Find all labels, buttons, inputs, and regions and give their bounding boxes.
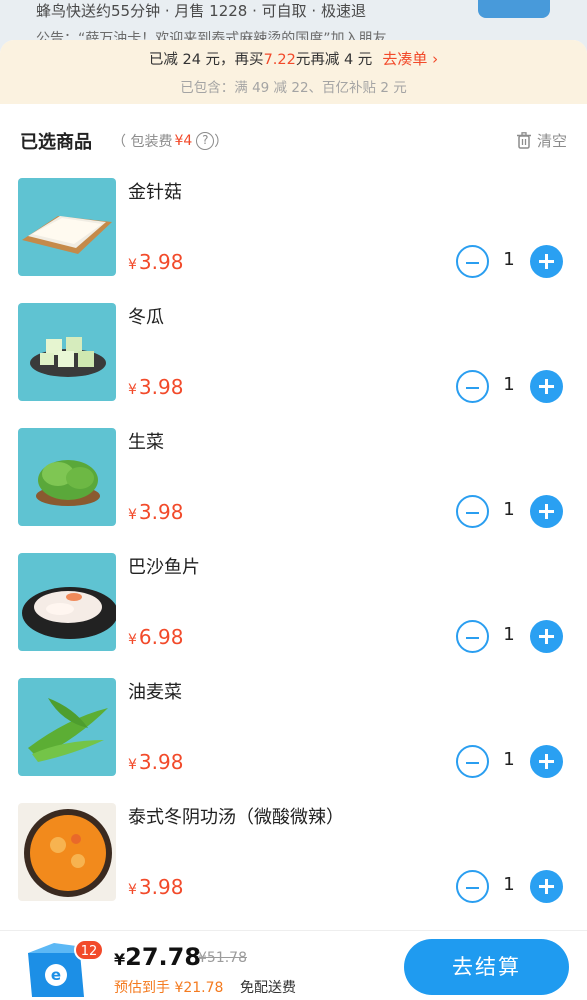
fee-label: （ 包装费 (112, 134, 173, 150)
help-icon[interactable]: ? (196, 132, 215, 150)
item-thumbnail[interactable] (18, 553, 116, 651)
promo-suffix: 元再减 4 元 (295, 52, 373, 68)
decrease-button[interactable] (456, 495, 489, 528)
increase-button[interactable] (530, 870, 563, 903)
clear-cart-button[interactable]: 清空 (516, 130, 567, 151)
cart-item-list: 金针菇 ¥3.98 1 冬瓜 ¥3.98 1 生菜 ¥ 3.98 1 巴沙鱼片 … (0, 178, 587, 928)
add-more-link[interactable]: 去凑单 › (382, 50, 438, 68)
item-price-value: 3.98 (138, 875, 184, 899)
item-price-yen: ¥ (128, 382, 137, 398)
item-name: 生菜 (128, 432, 164, 453)
checkout-bar: e 12 ¥27.78 ¥51.78 预估到手 ¥21.78 免配送费 去结算 (0, 930, 587, 1000)
item-thumbnail[interactable] (18, 678, 116, 776)
item-thumbnail[interactable] (18, 803, 116, 901)
original-price: ¥51.78 (198, 950, 247, 966)
estimated-price: 预估到手 ¥21.78 (114, 980, 224, 996)
checkout-button[interactable]: 去结算 (404, 939, 569, 995)
item-price-yen: ¥ (128, 257, 137, 273)
item-price: ¥3.98 (128, 875, 183, 899)
clear-label: 清空 (536, 132, 567, 150)
svg-text:e: e (51, 966, 61, 984)
item-price-value: 6.98 (138, 625, 184, 649)
item-name: 泰式冬阴功汤（微酸微辣） (128, 807, 344, 828)
total-price: ¥27.78 (114, 943, 201, 971)
item-quantity: 1 (503, 874, 515, 895)
item-name: 金针菇 (128, 182, 182, 203)
cart-count-badge: 12 (74, 939, 104, 961)
item-thumbnail[interactable] (18, 178, 116, 276)
cart-item: 油麦菜 ¥3.98 1 (0, 678, 587, 803)
item-price-yen: ¥ (128, 507, 137, 523)
promo-summary: 已减 24 元，再买7.22元再减 4 元去凑单 › (0, 48, 587, 69)
decrease-button[interactable] (456, 245, 489, 278)
promo-banner: 已减 24 元，再买7.22元再减 4 元去凑单 › 已包含：满 49 减 22… (0, 40, 587, 104)
item-name: 油麦菜 (128, 682, 182, 703)
store-action-button[interactable] (478, 0, 550, 18)
item-thumbnail[interactable] (18, 303, 116, 401)
free-delivery-label: 免配送费 (240, 980, 296, 996)
packaging-fee: （ 包装费 ¥4?） (112, 131, 228, 151)
item-price: ¥3.98 (128, 250, 183, 274)
item-price: ¥3.98 (128, 500, 183, 524)
total-value: 27.78 (125, 943, 202, 971)
item-name: 冬瓜 (128, 307, 164, 328)
item-price-value: 3.98 (138, 375, 184, 399)
trash-icon (516, 132, 531, 149)
item-price-yen: ¥ (128, 632, 137, 648)
total-yen: ¥ (114, 950, 126, 969)
increase-button[interactable] (530, 745, 563, 778)
cart-sheet: 已减 24 元，再买7.22元再减 4 元去凑单 › 已包含：满 49 减 22… (0, 40, 587, 930)
decrease-button[interactable] (456, 370, 489, 403)
cart-item: 金针菇 ¥3.98 1 (0, 178, 587, 303)
item-thumbnail[interactable] (18, 428, 116, 526)
cart-item: 生菜 ¥3.98 1 (0, 428, 587, 553)
item-price: ¥3.98 (128, 375, 183, 399)
fee-amount: ¥4 (174, 133, 193, 149)
item-price-yen: ¥ (128, 882, 137, 898)
item-name: 巴沙鱼片 (128, 557, 200, 578)
item-quantity: 1 (503, 624, 515, 645)
cart-item: 冬瓜 ¥3.98 1 (0, 303, 587, 428)
item-price: ¥3.98 (128, 750, 183, 774)
store-info: 蜂鸟快送约55分钟 · 月售 1228 · 可自取 · 极速退 (36, 2, 366, 20)
increase-button[interactable] (530, 370, 563, 403)
decrease-button[interactable] (456, 745, 489, 778)
item-quantity: 1 (503, 374, 515, 395)
promo-prefix: 已减 24 元，再买 (148, 52, 264, 68)
increase-button[interactable] (530, 495, 563, 528)
item-price-value: 3.98 (138, 250, 184, 274)
fee-close: ） (214, 134, 229, 150)
item-price-value: 3.98 (138, 750, 184, 774)
decrease-button[interactable] (456, 620, 489, 653)
decrease-button[interactable] (456, 870, 489, 903)
item-quantity: 1 (503, 749, 515, 770)
item-price-yen: ¥ (128, 757, 137, 773)
item-price-value: 3.98 (138, 500, 184, 524)
item-quantity: 1 (503, 249, 515, 270)
item-price: ¥6.98 (128, 625, 183, 649)
item-quantity: 1 (503, 499, 515, 520)
cart-item: 巴沙鱼片 ¥6.98 1 (0, 553, 587, 678)
promo-detail: 已包含：满 49 减 22、百亿补贴 2 元 (180, 80, 407, 96)
promo-amount: 7.22 (263, 52, 296, 68)
selected-header: 已选商品 （ 包装费 ¥4?） 清空 (0, 126, 587, 156)
increase-button[interactable] (530, 245, 563, 278)
cart-item: 泰式冬阴功汤（微酸微辣） ¥3.98 1 (0, 803, 587, 928)
selected-title: 已选商品 (20, 132, 92, 153)
increase-button[interactable] (530, 620, 563, 653)
